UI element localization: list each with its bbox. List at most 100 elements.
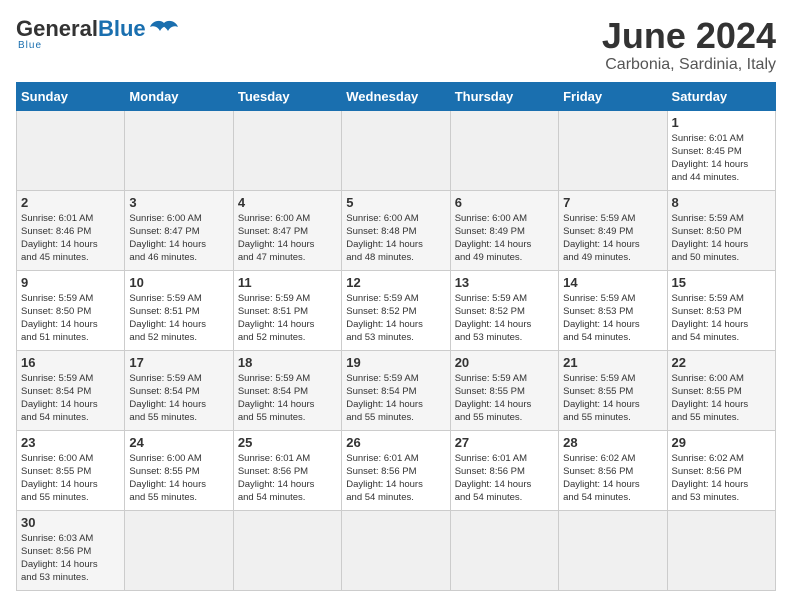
day-info: Sunrise: 5:59 AM Sunset: 8:53 PM Dayligh… <box>563 292 662 345</box>
day-info: Sunrise: 5:59 AM Sunset: 8:54 PM Dayligh… <box>129 372 228 425</box>
calendar-cell <box>125 510 233 590</box>
day-info: Sunrise: 5:59 AM Sunset: 8:54 PM Dayligh… <box>346 372 445 425</box>
logo: General Blue Blue <box>16 16 178 51</box>
day-number: 13 <box>455 275 554 290</box>
day-number: 27 <box>455 435 554 450</box>
day-number: 23 <box>21 435 120 450</box>
calendar-week-row: 9 Sunrise: 5:59 AM Sunset: 8:50 PM Daylig… <box>17 270 776 350</box>
day-number: 4 <box>238 195 337 210</box>
day-info: Sunrise: 6:00 AM Sunset: 8:47 PM Dayligh… <box>129 212 228 265</box>
day-number: 3 <box>129 195 228 210</box>
day-info: Sunrise: 6:00 AM Sunset: 8:48 PM Dayligh… <box>346 212 445 265</box>
weekday-header-monday: Monday <box>125 82 233 110</box>
calendar-cell: 20 Sunrise: 5:59 AM Sunset: 8:55 PM Dayli… <box>450 350 558 430</box>
calendar-cell: 18Sunrise: 5:59 AM Sunset: 8:54 PM Dayli… <box>233 350 341 430</box>
day-info: Sunrise: 5:59 AM Sunset: 8:52 PM Dayligh… <box>346 292 445 345</box>
month-title: June 2024 <box>602 16 776 56</box>
calendar-cell: 14 Sunrise: 5:59 AM Sunset: 8:53 PM Dayli… <box>559 270 667 350</box>
day-number: 25 <box>238 435 337 450</box>
calendar-cell: 10Sunrise: 5:59 AM Sunset: 8:51 PM Dayli… <box>125 270 233 350</box>
calendar-cell: 11 Sunrise: 5:59 AM Sunset: 8:51 PM Dayli… <box>233 270 341 350</box>
calendar-cell <box>559 510 667 590</box>
calendar-cell: 21 Sunrise: 5:59 AM Sunset: 8:55 PM Dayli… <box>559 350 667 430</box>
calendar-cell <box>342 110 450 190</box>
day-info: Sunrise: 5:59 AM Sunset: 8:50 PM Dayligh… <box>672 212 771 265</box>
day-number: 30 <box>21 515 120 530</box>
calendar-cell: 8 Sunrise: 5:59 AM Sunset: 8:50 PM Daylig… <box>667 190 775 270</box>
day-info: Sunrise: 5:59 AM Sunset: 8:55 PM Dayligh… <box>455 372 554 425</box>
calendar-cell: 28 Sunrise: 6:02 AM Sunset: 8:56 PM Dayli… <box>559 430 667 510</box>
day-number: 16 <box>21 355 120 370</box>
calendar-cell: 12 Sunrise: 5:59 AM Sunset: 8:52 PM Dayli… <box>342 270 450 350</box>
calendar-cell: 22Sunrise: 6:00 AM Sunset: 8:55 PM Dayli… <box>667 350 775 430</box>
day-info: Sunrise: 6:00 AM Sunset: 8:49 PM Dayligh… <box>455 212 554 265</box>
day-info: Sunrise: 5:59 AM Sunset: 8:49 PM Dayligh… <box>563 212 662 265</box>
day-number: 11 <box>238 275 337 290</box>
day-info: Sunrise: 6:01 AM Sunset: 8:56 PM Dayligh… <box>346 452 445 505</box>
calendar-cell: 23 Sunrise: 6:00 AM Sunset: 8:55 PM Dayli… <box>17 430 125 510</box>
day-number: 29 <box>672 435 771 450</box>
calendar-table: SundayMondayTuesdayWednesdayThursdayFrid… <box>16 82 776 591</box>
calendar-week-row: 2 Sunrise: 6:01 AM Sunset: 8:46 PM Daylig… <box>17 190 776 270</box>
day-info: Sunrise: 6:01 AM Sunset: 8:46 PM Dayligh… <box>21 212 120 265</box>
calendar-week-row: 23 Sunrise: 6:00 AM Sunset: 8:55 PM Dayli… <box>17 430 776 510</box>
day-info: Sunrise: 5:59 AM Sunset: 8:54 PM Dayligh… <box>238 372 337 425</box>
day-number: 2 <box>21 195 120 210</box>
day-number: 26 <box>346 435 445 450</box>
day-number: 12 <box>346 275 445 290</box>
calendar-cell: 4Sunrise: 6:00 AM Sunset: 8:47 PM Daylig… <box>233 190 341 270</box>
day-info: Sunrise: 6:02 AM Sunset: 8:56 PM Dayligh… <box>563 452 662 505</box>
calendar-cell: 13Sunrise: 5:59 AM Sunset: 8:52 PM Dayli… <box>450 270 558 350</box>
weekday-header-friday: Friday <box>559 82 667 110</box>
weekday-header-row: SundayMondayTuesdayWednesdayThursdayFrid… <box>17 82 776 110</box>
calendar-cell <box>342 510 450 590</box>
day-number: 7 <box>563 195 662 210</box>
calendar-cell: 16 Sunrise: 5:59 AM Sunset: 8:54 PM Dayli… <box>17 350 125 430</box>
calendar-cell <box>17 110 125 190</box>
calendar-cell: 19Sunrise: 5:59 AM Sunset: 8:54 PM Dayli… <box>342 350 450 430</box>
day-number: 8 <box>672 195 771 210</box>
calendar-week-row: 1Sunrise: 6:01 AM Sunset: 8:45 PM Daylig… <box>17 110 776 190</box>
calendar-cell <box>233 110 341 190</box>
calendar-cell <box>233 510 341 590</box>
logo-general-text: General <box>16 16 98 42</box>
day-info: Sunrise: 5:59 AM Sunset: 8:53 PM Dayligh… <box>672 292 771 345</box>
calendar-cell <box>559 110 667 190</box>
day-number: 9 <box>21 275 120 290</box>
calendar-cell <box>450 110 558 190</box>
calendar-cell <box>450 510 558 590</box>
day-info: Sunrise: 5:59 AM Sunset: 8:54 PM Dayligh… <box>21 372 120 425</box>
calendar-cell <box>125 110 233 190</box>
day-number: 21 <box>563 355 662 370</box>
weekday-header-wednesday: Wednesday <box>342 82 450 110</box>
day-info: Sunrise: 6:01 AM Sunset: 8:45 PM Dayligh… <box>672 132 771 185</box>
day-info: Sunrise: 5:59 AM Sunset: 8:55 PM Dayligh… <box>563 372 662 425</box>
day-number: 20 <box>455 355 554 370</box>
day-info: Sunrise: 6:01 AM Sunset: 8:56 PM Dayligh… <box>238 452 337 505</box>
calendar-cell <box>667 510 775 590</box>
day-number: 17 <box>129 355 228 370</box>
location-subtitle: Carbonia, Sardinia, Italy <box>602 56 776 74</box>
day-info: Sunrise: 6:00 AM Sunset: 8:55 PM Dayligh… <box>129 452 228 505</box>
calendar-week-row: 30 Sunrise: 6:03 AM Sunset: 8:56 PM Dayli… <box>17 510 776 590</box>
day-info: Sunrise: 6:03 AM Sunset: 8:56 PM Dayligh… <box>21 532 120 585</box>
day-info: Sunrise: 5:59 AM Sunset: 8:51 PM Dayligh… <box>238 292 337 345</box>
calendar-cell: 5Sunrise: 6:00 AM Sunset: 8:48 PM Daylig… <box>342 190 450 270</box>
calendar-cell: 29 Sunrise: 6:02 AM Sunset: 8:56 PM Dayli… <box>667 430 775 510</box>
weekday-header-thursday: Thursday <box>450 82 558 110</box>
calendar-cell: 7 Sunrise: 5:59 AM Sunset: 8:49 PM Daylig… <box>559 190 667 270</box>
day-info: Sunrise: 6:00 AM Sunset: 8:55 PM Dayligh… <box>21 452 120 505</box>
day-number: 28 <box>563 435 662 450</box>
day-info: Sunrise: 5:59 AM Sunset: 8:51 PM Dayligh… <box>129 292 228 345</box>
calendar-cell: 2 Sunrise: 6:01 AM Sunset: 8:46 PM Daylig… <box>17 190 125 270</box>
day-info: Sunrise: 5:59 AM Sunset: 8:50 PM Dayligh… <box>21 292 120 345</box>
calendar-week-row: 16 Sunrise: 5:59 AM Sunset: 8:54 PM Dayli… <box>17 350 776 430</box>
logo-blue-text: Blue <box>98 16 146 42</box>
weekday-header-sunday: Sunday <box>17 82 125 110</box>
day-number: 14 <box>563 275 662 290</box>
calendar-cell: 1Sunrise: 6:01 AM Sunset: 8:45 PM Daylig… <box>667 110 775 190</box>
day-info: Sunrise: 6:02 AM Sunset: 8:56 PM Dayligh… <box>672 452 771 505</box>
header: General Blue Blue June 2024 Carbonia, Sa… <box>16 16 776 74</box>
calendar-cell: 15Sunrise: 5:59 AM Sunset: 8:53 PM Dayli… <box>667 270 775 350</box>
day-info: Sunrise: 6:00 AM Sunset: 8:55 PM Dayligh… <box>672 372 771 425</box>
